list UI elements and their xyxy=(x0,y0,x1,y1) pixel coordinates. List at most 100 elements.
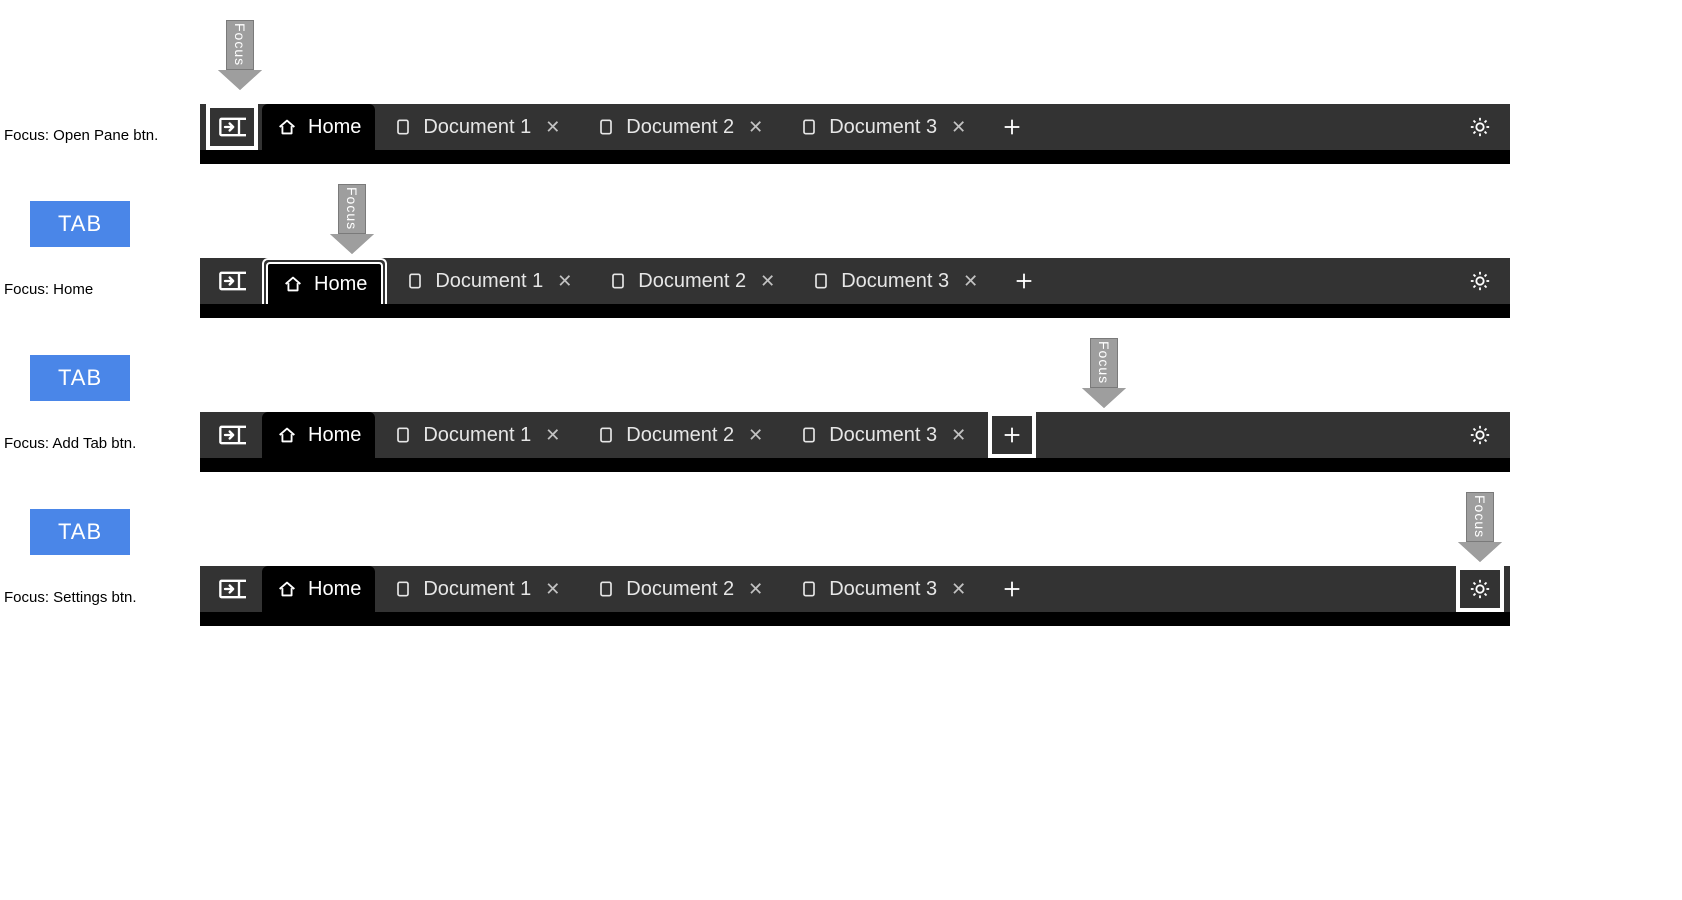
close-icon: ✕ xyxy=(951,425,966,446)
focus-caption: Focus: Settings btn. xyxy=(4,589,137,606)
plus-icon xyxy=(1001,116,1023,138)
tab-document-3[interactable]: Document 3 ✕ xyxy=(785,566,984,612)
tab-document-2[interactable]: Document 2 ✕ xyxy=(582,566,781,612)
tab-key-chip: TAB xyxy=(30,355,130,401)
tab-home-label: Home xyxy=(314,273,367,296)
tab-document-1[interactable]: Document 1✕ xyxy=(379,412,578,458)
gear-icon xyxy=(1469,424,1491,446)
settings-button[interactable] xyxy=(1456,104,1504,150)
open-pane-button[interactable] xyxy=(206,258,258,304)
tab-document-2-close-button[interactable]: ✕ xyxy=(744,577,767,602)
home-icon xyxy=(276,578,298,600)
left-column: TABFocus: Settings btn. xyxy=(0,509,200,626)
tab-home-focus-ring: Home xyxy=(262,258,387,304)
tab-document-1-label: Document 1 xyxy=(423,116,531,139)
tab-document-3-close-button[interactable]: ✕ xyxy=(947,423,970,448)
tab-document-1-close-button[interactable]: ✕ xyxy=(553,269,576,294)
stage: FocusHomeDocument 1✕Document 2✕Document … xyxy=(200,492,1682,626)
open-pane-icon xyxy=(218,575,246,603)
tab-document-2-close-button[interactable]: ✕ xyxy=(744,423,767,448)
tab-document-3-close-button[interactable]: ✕ xyxy=(947,577,970,602)
add-tab-button[interactable] xyxy=(988,566,1036,612)
tab-document-3[interactable]: Document 3✕ xyxy=(797,258,996,304)
spacer xyxy=(1040,412,1452,458)
page-icon xyxy=(608,271,628,291)
tab-document-3-close-button[interactable]: ✕ xyxy=(959,269,982,294)
add-tab-button[interactable] xyxy=(988,104,1036,150)
left-column: TAB Focus: Add Tab btn. xyxy=(0,355,200,472)
add-tab-button[interactable] xyxy=(1000,258,1048,304)
focus-callout-label: Focus xyxy=(1090,338,1118,388)
tab-document-3-label: Document 3 xyxy=(829,424,937,447)
tab-document-1[interactable]: Document 1✕ xyxy=(391,258,590,304)
content-strip xyxy=(200,458,1510,472)
close-icon: ✕ xyxy=(557,271,572,292)
open-pane-button[interactable] xyxy=(206,412,258,458)
tab-document-2-label: Document 2 xyxy=(626,424,734,447)
settings-button[interactable] xyxy=(1456,412,1504,458)
home-icon xyxy=(282,273,304,295)
tab-document-1[interactable]: Document 1 ✕ xyxy=(379,104,578,150)
tab-document-2-label: Document 2 xyxy=(626,578,734,601)
open-pane-icon xyxy=(218,267,246,295)
close-icon: ✕ xyxy=(748,579,763,600)
gear-icon xyxy=(1469,270,1491,292)
focus-callout: Focus xyxy=(1458,492,1502,562)
focus-caption: Focus: Home xyxy=(4,281,93,298)
spacer xyxy=(1040,104,1452,150)
spacer xyxy=(1040,566,1452,612)
close-icon: ✕ xyxy=(545,425,560,446)
tab-document-3-label: Document 3 xyxy=(829,116,937,139)
open-pane-button[interactable] xyxy=(206,104,258,150)
spacer xyxy=(1052,258,1452,304)
tab-document-2[interactable]: Document 2 ✕ xyxy=(582,412,781,458)
add-tab-button[interactable] xyxy=(988,412,1036,458)
tab-document-1-close-button[interactable]: ✕ xyxy=(541,423,564,448)
close-icon: ✕ xyxy=(545,579,560,600)
tab-document-2-close-button[interactable]: ✕ xyxy=(756,269,779,294)
toolbar: HomeDocument 1✕ Document 2 ✕ Document 3 ✕ xyxy=(200,566,1510,626)
page-icon xyxy=(393,425,413,445)
tab-key-chip: TAB xyxy=(30,201,130,247)
page-icon xyxy=(393,579,413,599)
focus-callout-label: Focus xyxy=(226,20,254,70)
tab-document-3-close-button[interactable]: ✕ xyxy=(947,115,970,140)
tab-document-2-close-button[interactable]: ✕ xyxy=(744,115,767,140)
stage: FocusHomeDocument 1✕Document 2✕Document … xyxy=(200,20,1682,164)
tab-document-1-close-button[interactable]: ✕ xyxy=(541,577,564,602)
focus-caption: Focus: Add Tab btn. xyxy=(4,435,136,452)
content-strip xyxy=(200,150,1510,164)
focus-callout-label: Focus xyxy=(1466,492,1494,542)
tab-document-2[interactable]: Document 2✕ xyxy=(594,258,793,304)
tab-document-1-close-button[interactable]: ✕ xyxy=(541,115,564,140)
settings-button[interactable] xyxy=(1456,566,1504,612)
focus-caption: Focus: Open Pane btn. xyxy=(4,127,158,144)
tab-home[interactable]: Home xyxy=(262,104,375,150)
tab-home[interactable]: Home xyxy=(266,262,383,304)
tabstrip: Home Document 1✕Document 2✕Document 3✕ xyxy=(200,258,1510,304)
page-icon xyxy=(393,117,413,137)
settings-button[interactable] xyxy=(1456,258,1504,304)
gear-icon xyxy=(1469,116,1491,138)
stage: FocusHomeDocument 1✕Document 2✕Document … xyxy=(200,184,1682,318)
open-pane-button[interactable] xyxy=(206,566,258,612)
tab-home[interactable]: Home xyxy=(262,412,375,458)
content-strip xyxy=(200,612,1510,626)
toolbar: HomeDocument 1✕ Document 2 ✕ Document 3 ✕ xyxy=(200,412,1510,472)
tab-document-1[interactable]: Document 1✕ xyxy=(379,566,578,612)
tab-document-2[interactable]: Document 2✕ xyxy=(582,104,781,150)
close-icon: ✕ xyxy=(951,579,966,600)
tab-document-3[interactable]: Document 3 ✕ xyxy=(785,104,984,150)
close-icon: ✕ xyxy=(963,271,978,292)
state-row-4: TABFocus: Settings btn.FocusHomeDocument… xyxy=(0,492,1682,626)
plus-icon xyxy=(1001,578,1023,600)
tab-document-3[interactable]: Document 3 ✕ xyxy=(785,412,984,458)
open-pane-icon xyxy=(218,421,246,449)
page-icon xyxy=(799,425,819,445)
tab-document-3-label: Document 3 xyxy=(829,578,937,601)
plus-icon xyxy=(1013,270,1035,292)
page-icon xyxy=(405,271,425,291)
tab-home[interactable]: Home xyxy=(262,566,375,612)
tab-home-label: Home xyxy=(308,116,361,139)
arrow-down-icon xyxy=(218,70,262,90)
